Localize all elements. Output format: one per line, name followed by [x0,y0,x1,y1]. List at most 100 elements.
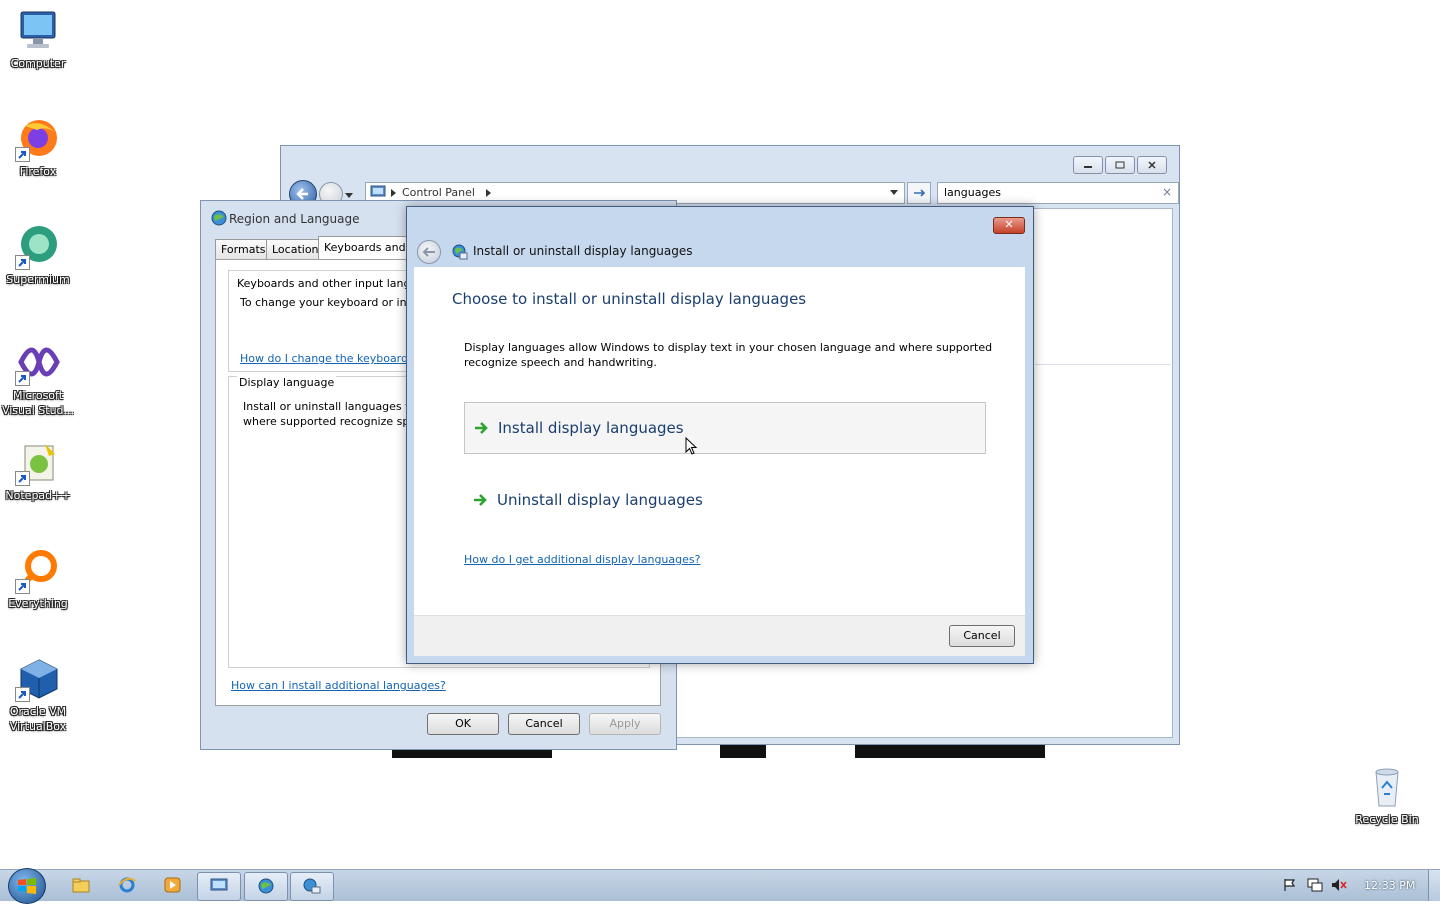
clear-search-icon[interactable]: × [1162,185,1172,199]
divider [1035,364,1170,365]
breadcrumb-arrow-icon[interactable] [486,189,491,197]
desktop-icon-recycle-bin[interactable]: Recycle Bin [1349,764,1425,827]
shortcut-arrow-icon [15,687,30,702]
desktop-icon-virtualbox[interactable]: Oracle VM VirtualBox [0,656,76,734]
shortcut-arrow-icon [15,255,30,270]
description-line-2: recognize speech and handwriting. [464,356,657,369]
description-line-1: Display languages allow Windows to displ… [464,341,993,354]
desktop-icon-label: Firefox [19,165,57,178]
taskbar-explorer[interactable] [60,872,102,899]
firefox-icon [15,116,61,162]
change-keyboard-link[interactable]: How do I change the keyboard l [240,352,415,365]
close-button[interactable]: ✕ [993,217,1025,234]
taskbar-media-player[interactable] [152,872,194,899]
shortcut-arrow-icon [15,471,30,486]
taskbar-control-panel[interactable] [197,872,241,901]
region-language-icon [258,878,274,894]
mouse-cursor-icon [685,437,698,455]
desktop-icon-label: Supermium [6,273,70,286]
network-icon[interactable] [1307,878,1323,892]
back-arrow-icon [296,188,308,200]
recycle-bin-icon [1364,764,1410,810]
desktop-icon-firefox[interactable]: Firefox [0,116,76,179]
computer-icon [15,8,61,54]
minimize-button[interactable] [1073,156,1103,174]
desktop-icon-computer[interactable]: Computer [0,8,76,71]
action-center-flag-icon[interactable] [1283,878,1297,892]
install-languages-icon [303,878,321,894]
shortcut-arrow-icon [15,371,30,386]
close-button[interactable] [1137,156,1167,174]
desktop-icon-label: Computer [10,57,66,70]
page-heading: Choose to install or uninstall display l… [452,290,807,308]
supermium-icon [15,224,61,270]
dialog-content: Choose to install or uninstall display l… [414,267,1025,615]
tab-formats[interactable]: Formats [215,239,272,260]
background-artifact [720,744,766,758]
shortcut-arrow-icon [15,579,30,594]
start-button[interactable] [8,868,46,904]
green-arrow-icon [475,422,488,434]
everything-icon [15,548,61,594]
desktop-icon-notepadpp[interactable]: Notepad++ [0,440,76,503]
desktop-icon-visual-studio[interactable]: Microsoft Visual Stud... [0,340,76,418]
region-language-icon [211,210,227,226]
breadcrumb-control-panel[interactable]: Control Panel [402,186,475,199]
apply-button[interactable]: Apply [589,713,661,735]
cancel-button[interactable]: Cancel [949,625,1015,647]
additional-languages-help-link[interactable]: How do I get additional display language… [464,553,700,566]
dialog-footer: Cancel [414,615,1025,656]
display-language-text: where supported recognize spe [243,415,417,428]
display-language-text: Install or uninstall languages th [243,400,417,413]
search-input[interactable] [942,185,1156,200]
internet-explorer-icon [118,877,136,893]
explorer-icon [72,878,90,893]
install-languages-link[interactable]: How can I install additional languages? [231,679,446,692]
install-option-label: Install display languages [498,419,684,437]
ok-button[interactable]: OK [427,713,499,735]
media-player-icon [164,877,181,893]
install-display-languages-option[interactable]: Install display languages [464,402,986,454]
windows-logo-icon [18,878,36,894]
refresh-icon [914,189,926,197]
breadcrumb-arrow-icon [391,189,396,197]
background-artifact [855,744,1045,758]
install-languages-dialog: ✕ Install or uninstall display languages… [406,206,1034,664]
tab-location[interactable]: Location [266,239,325,260]
address-dropdown-icon[interactable] [890,190,898,196]
uninstall-display-languages-option[interactable]: Uninstall display languages [464,475,984,525]
desktop-icon-supermium[interactable]: Supermium [0,224,76,287]
back-button[interactable] [417,240,441,264]
desktop-icon-label: Recycle Bin [1355,813,1419,826]
display-language-heading: Display language [237,376,337,389]
taskbar-install-languages[interactable] [290,872,334,901]
install-languages-icon [452,244,468,260]
keyboards-text: To change your keyboard or inp [240,296,414,309]
green-arrow-icon [474,494,487,506]
search-box[interactable]: × [937,182,1179,204]
refresh-button[interactable] [907,182,931,204]
taskbar-internet-explorer[interactable] [106,872,148,899]
control-panel-icon [370,185,386,197]
cancel-button[interactable]: Cancel [508,713,580,735]
window-title: Region and Language [229,212,360,226]
desktop-icon-label: Oracle VM VirtualBox [9,705,67,733]
volume-muted-icon[interactable] [1331,878,1347,892]
notepadpp-icon [15,440,61,486]
visual-studio-icon [15,340,61,386]
shortcut-arrow-icon [15,147,30,162]
dialog-title: Install or uninstall display languages [473,244,693,258]
keyboards-heading: Keyboards and other input langu [237,277,418,290]
uninstall-option-label: Uninstall display languages [497,491,703,509]
clock[interactable]: 12:33 PM [1364,879,1415,892]
desktop-icon-label: Notepad++ [5,489,71,502]
taskbar: 12:33 PM [0,868,1440,904]
desktop-icon-everything[interactable]: Everything [0,548,76,611]
virtualbox-icon [15,656,61,702]
taskbar-region-language[interactable] [244,872,288,901]
show-desktop-button[interactable] [1428,870,1440,901]
control-panel-icon [210,878,228,891]
desktop-icon-label: Everything [8,597,68,610]
desktop-icon-label: Microsoft Visual Stud... [1,389,75,417]
maximize-button[interactable] [1105,156,1135,174]
